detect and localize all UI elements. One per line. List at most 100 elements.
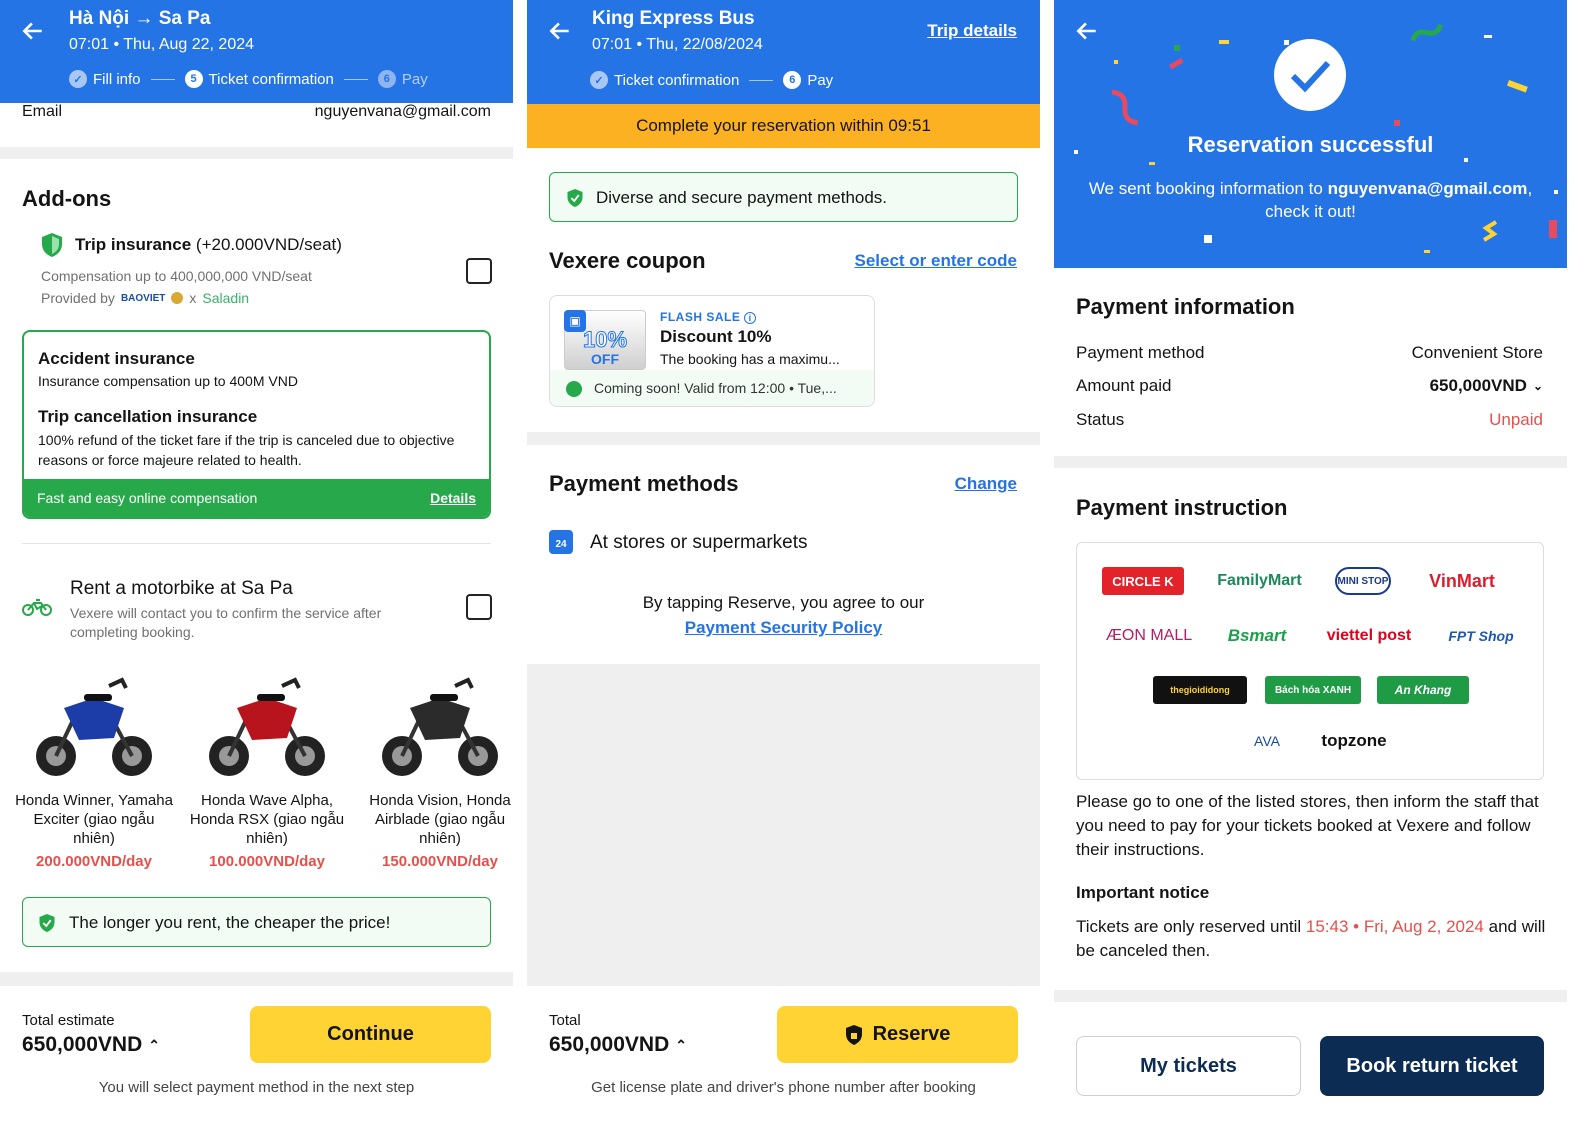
amount-paid-value: 650,000VND xyxy=(1429,376,1527,395)
step-check-icon: ✓ xyxy=(69,70,87,88)
motorbike-price: 100.000VND/day xyxy=(209,853,325,870)
divider xyxy=(22,543,491,544)
payment-security-policy-link[interactable]: Payment Security Policy xyxy=(685,618,882,637)
step-indicator: ✓ Ticket confirmation 6 Pay xyxy=(590,70,833,90)
total-value-toggle[interactable]: 650,000VND ⌃ xyxy=(549,1033,687,1057)
payment-method-item[interactable]: At stores or supermarkets xyxy=(590,532,808,554)
times-label: x xyxy=(189,290,197,306)
operator-title: King Express Bus xyxy=(592,8,755,29)
flash-sale-label: FLASH SALE xyxy=(660,310,741,324)
reserve-button[interactable]: Reserve xyxy=(777,1006,1018,1063)
motorbike-name: Honda Vision, Honda Airblade (giao ngẫu … xyxy=(369,792,511,847)
step-connector xyxy=(343,78,368,80)
success-banner: Reservation successful We sent booking i… xyxy=(1054,0,1567,268)
addons-title: Add-ons xyxy=(22,186,112,211)
trip-insurance-name: Trip insurance xyxy=(75,235,192,254)
change-link[interactable]: Change xyxy=(955,474,1017,494)
baoviet-logo: BAOVIET xyxy=(120,292,166,304)
header: Hà Nội → Sa Pa 07:01 • Thu, Aug 22, 2024… xyxy=(0,0,513,103)
details-link[interactable]: Details xyxy=(430,490,476,506)
motorbike-image xyxy=(382,677,498,776)
motorbike-desc: Vexere will contact you to confirm the s… xyxy=(70,605,382,640)
payment-method-value: Convenient Store xyxy=(1411,343,1543,362)
motorbike-price: 200.000VND/day xyxy=(36,853,152,870)
success-message: We sent booking information to nguyenvan… xyxy=(1074,177,1547,223)
aeon-mall-logo: ÆON MALL xyxy=(1105,627,1193,644)
notice-text: Tickets are only reserved until 15:43 • … xyxy=(1076,915,1546,963)
step-connector xyxy=(150,78,175,80)
familymart-logo: FamilyMart xyxy=(1217,572,1302,589)
notice-title: Important notice xyxy=(1076,883,1210,902)
bach-hoa-xanh-logo: Bách hóa XANH xyxy=(1265,676,1361,704)
step-indicator: ✓ Fill info 5 Ticket confirmation 6 Pay xyxy=(69,69,428,89)
step-number: 6 xyxy=(783,71,802,89)
timer-text: Complete your reservation within xyxy=(636,116,889,135)
sent-text: We sent booking information to xyxy=(1088,179,1328,198)
secure-note: Diverse and secure payment methods. xyxy=(549,172,1018,222)
cancel-title: Trip cancellation insurance xyxy=(38,407,258,426)
route-title: Hà Nội → Sa Pa xyxy=(69,8,211,29)
rent-note-text: The longer you rent, the cheaper the pri… xyxy=(69,913,391,932)
countdown: 09:51 xyxy=(888,116,931,135)
trip-insurance-price: (+20.000VND/seat) xyxy=(191,235,342,254)
viettel-post-logo: viettel post xyxy=(1326,627,1412,644)
circle-k-logo: CIRCLE K xyxy=(1102,567,1184,595)
back-arrow-icon[interactable] xyxy=(1074,18,1100,44)
footer-note: Get license plate and driver's phone num… xyxy=(591,1079,976,1096)
total-value: 650,000VND xyxy=(549,1033,670,1056)
payment-method-label: Payment method xyxy=(1076,343,1205,362)
amount-paid-toggle[interactable]: 650,000VND ⌄ xyxy=(1430,376,1543,396)
motorbike-option: Honda Winner, Yamaha Exciter (giao ngẫu … xyxy=(14,791,174,871)
step-ticket-confirmation: Ticket confirmation xyxy=(614,71,740,89)
chevron-up-icon: ⌃ xyxy=(148,1036,160,1053)
divider xyxy=(0,147,513,159)
amount-paid-label: Amount paid xyxy=(1076,376,1172,395)
green-bar: Fast and easy online compensation Detail… xyxy=(24,479,489,517)
ava-logo: AVA xyxy=(1254,733,1280,749)
cancel-desc: 100% refund of the ticket fare if the tr… xyxy=(38,432,455,468)
instruction-text: Please go to one of the listed stores, t… xyxy=(1076,792,1539,859)
payment-instruction-title: Payment instruction xyxy=(1076,495,1288,520)
ministop-logo: MINI STOP xyxy=(1335,567,1391,595)
book-return-button[interactable]: Book return ticket xyxy=(1320,1036,1544,1096)
email-value: nguyenvana@gmail.com xyxy=(314,103,491,120)
coupon-title: Vexere coupon xyxy=(549,248,706,273)
provided-by: Provided by BAOVIET x Saladin xyxy=(41,290,249,306)
empty-area xyxy=(527,664,1040,986)
coupon-card[interactable]: 10% OFF ▣ FLASH SALE i Discount 10% The … xyxy=(549,295,875,407)
timer-banner: Complete your reservation within 09:51 xyxy=(527,104,1040,148)
my-tickets-button[interactable]: My tickets xyxy=(1076,1036,1301,1096)
back-arrow-icon[interactable] xyxy=(547,18,573,44)
motorbike-checkbox[interactable] xyxy=(466,594,492,620)
saladin-logo: Saladin xyxy=(202,290,250,306)
trip-details-link[interactable]: Trip details xyxy=(927,21,1017,41)
select-code-link[interactable]: Select or enter code xyxy=(854,251,1017,271)
payment-methods-title: Payment methods xyxy=(549,471,739,496)
clock-icon xyxy=(566,381,582,397)
success-title: Reservation successful xyxy=(1187,132,1434,157)
baoviet-emblem-icon xyxy=(171,292,184,304)
checkmark-icon xyxy=(1274,39,1346,111)
divider xyxy=(0,972,513,986)
motorbike-price: 150.000VND/day xyxy=(382,853,498,870)
notice-text-start: Tickets are only reserved until xyxy=(1076,917,1306,936)
trip-insurance-checkbox[interactable] xyxy=(466,258,492,284)
rent-note: The longer you rent, the cheaper the pri… xyxy=(22,897,491,947)
motorbike-name: Honda Wave Alpha, Honda RSX (giao ngẫu n… xyxy=(189,792,345,847)
email-label: Email xyxy=(22,103,63,120)
total-label: Total estimate xyxy=(22,1012,115,1029)
step-fill-info: Fill info xyxy=(93,70,141,88)
accident-title: Accident insurance xyxy=(38,349,195,368)
back-arrow-icon[interactable] xyxy=(20,18,46,44)
motorbike-option: Honda Wave Alpha, Honda RSX (giao ngẫu n… xyxy=(187,791,347,871)
provided-by-label: Provided by xyxy=(41,290,115,306)
email-row: Email nguyenvana@gmail.com xyxy=(0,103,513,147)
trip-datetime: 07:01 • Thu, Aug 22, 2024 xyxy=(69,36,255,53)
total-value-toggle[interactable]: 650,000VND ⌃ xyxy=(22,1033,160,1057)
coupon-percent: 10% xyxy=(582,327,628,352)
shield-icon xyxy=(42,233,62,257)
header: King Express Bus 07:01 • Thu, 22/08/2024… xyxy=(527,0,1040,104)
bsmart-logo: Bsmart xyxy=(1227,626,1287,645)
continue-button[interactable]: Continue xyxy=(250,1006,491,1063)
shield-check-icon xyxy=(39,914,55,932)
